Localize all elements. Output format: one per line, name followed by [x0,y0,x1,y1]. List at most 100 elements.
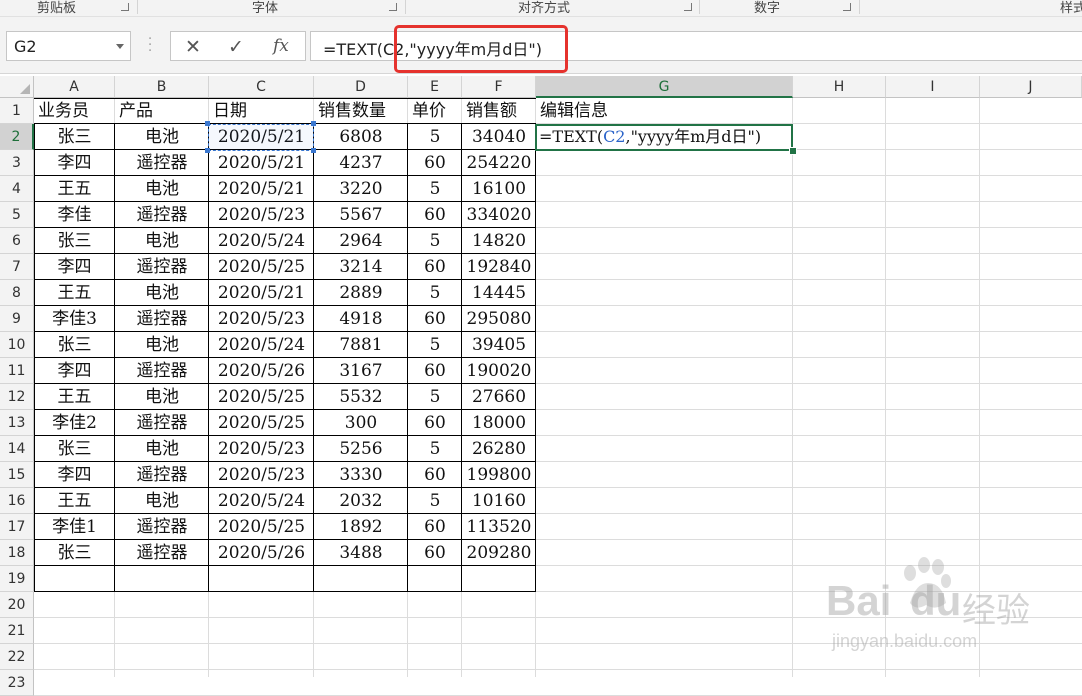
table-cell[interactable]: 电池 [115,228,209,254]
column-header-f[interactable]: F [462,76,536,98]
table-cell[interactable]: 电池 [115,124,209,150]
table-cell[interactable]: 60 [408,150,462,176]
table-cell[interactable]: 16100 [462,176,536,202]
table-cell[interactable]: 2020/5/23 [209,202,314,228]
table-cell[interactable]: 王五 [34,280,115,306]
table-cell[interactable]: 2020/5/21 [209,176,314,202]
row-header-11[interactable]: 11 [0,358,34,384]
header-cell[interactable]: 销售数量 [314,98,408,124]
table-cell[interactable]: 2020/5/21 [209,150,314,176]
table-cell[interactable]: 遥控器 [115,306,209,332]
table-cell[interactable]: 295080 [462,306,536,332]
table-cell[interactable]: 2020/5/25 [209,514,314,540]
table-cell[interactable]: 3167 [314,358,408,384]
table-cell[interactable]: 5 [408,124,462,150]
column-header-a[interactable]: A [34,76,115,98]
select-all-corner[interactable] [0,76,34,98]
table-cell[interactable]: 遥控器 [115,514,209,540]
table-cell[interactable]: 张三 [34,124,115,150]
row-header-5[interactable]: 5 [0,202,34,228]
table-cell[interactable]: 电池 [115,488,209,514]
row-header-15[interactable]: 15 [0,462,34,488]
column-header-d[interactable]: D [314,76,408,98]
table-cell[interactable]: 3488 [314,540,408,566]
table-cell[interactable]: 李佳1 [34,514,115,540]
row-header-22[interactable]: 22 [0,644,34,670]
row-header-4[interactable]: 4 [0,176,34,202]
font-launcher-icon[interactable] [389,3,397,11]
table-cell[interactable]: 2889 [314,280,408,306]
table-cell[interactable]: 190020 [462,358,536,384]
table-cell[interactable]: 5 [408,280,462,306]
table-cell[interactable]: 2020/5/24 [209,488,314,514]
table-cell[interactable]: 4918 [314,306,408,332]
table-cell[interactable]: 60 [408,202,462,228]
table-cell[interactable]: 李佳 [34,202,115,228]
table-cell[interactable]: 李四 [34,358,115,384]
table-cell[interactable]: 2020/5/23 [209,306,314,332]
column-header-j[interactable]: J [980,76,1082,98]
drag-handle-icon[interactable]: · · · [148,33,152,58]
table-cell[interactable]: 5532 [314,384,408,410]
header-cell[interactable]: 业务员 [34,98,115,124]
row-header-23[interactable]: 23 [0,670,34,696]
table-cell[interactable]: 14820 [462,228,536,254]
row-header-9[interactable]: 9 [0,306,34,332]
table-cell[interactable]: 电池 [115,280,209,306]
table-cell[interactable]: 254220 [462,150,536,176]
table-cell[interactable]: 李四 [34,150,115,176]
table-cell[interactable]: 2020/5/24 [209,228,314,254]
table-cell[interactable]: 王五 [34,488,115,514]
table-cell[interactable]: 192840 [462,254,536,280]
reference-handle[interactable] [311,121,316,126]
alignment-launcher-icon[interactable] [684,3,692,11]
table-cell[interactable]: 张三 [34,228,115,254]
table-cell[interactable]: 5 [408,384,462,410]
table-cell[interactable]: 2020/5/26 [209,540,314,566]
table-cell[interactable]: 113520 [462,514,536,540]
header-cell[interactable]: 日期 [209,98,314,124]
table-cell[interactable]: 电池 [115,176,209,202]
reference-handle[interactable] [205,148,210,153]
row-header-13[interactable]: 13 [0,410,34,436]
column-header-i[interactable]: I [886,76,980,98]
table-cell[interactable]: 2020/5/26 [209,358,314,384]
header-cell[interactable]: 销售额 [462,98,536,124]
table-cell[interactable]: 5 [408,436,462,462]
table-cell[interactable]: 张三 [34,332,115,358]
table-cell[interactable]: 李四 [34,254,115,280]
row-header-20[interactable]: 20 [0,592,34,618]
table-cell[interactable]: 遥控器 [115,254,209,280]
table-cell[interactable]: 60 [408,540,462,566]
table-cell[interactable]: 5567 [314,202,408,228]
header-cell[interactable]: 单价 [408,98,462,124]
row-header-2[interactable]: 2 [0,124,34,150]
table-cell[interactable]: 王五 [34,176,115,202]
row-header-1[interactable]: 1 [0,98,34,124]
table-cell[interactable]: 2020/5/24 [209,332,314,358]
table-cell[interactable]: 5 [408,228,462,254]
table-cell[interactable]: 张三 [34,436,115,462]
table-cell[interactable]: 60 [408,358,462,384]
table-cell[interactable]: 2020/5/21 [209,280,314,306]
table-cell[interactable]: 60 [408,462,462,488]
table-cell[interactable]: 5256 [314,436,408,462]
table-cell[interactable]: 60 [408,254,462,280]
table-cell[interactable]: 遥控器 [115,202,209,228]
table-cell[interactable]: 6808 [314,124,408,150]
column-header-c[interactable]: C [209,76,314,98]
clipboard-launcher-icon[interactable] [121,3,129,11]
row-header-16[interactable]: 16 [0,488,34,514]
row-header-3[interactable]: 3 [0,150,34,176]
table-cell[interactable]: 2020/5/23 [209,462,314,488]
row-header-6[interactable]: 6 [0,228,34,254]
column-header-h[interactable]: H [793,76,886,98]
table-cell[interactable]: 电池 [115,384,209,410]
table-cell[interactable]: 2020/5/25 [209,384,314,410]
row-header-12[interactable]: 12 [0,384,34,410]
table-cell[interactable]: 2964 [314,228,408,254]
table-cell[interactable]: 334020 [462,202,536,228]
table-cell[interactable]: 3214 [314,254,408,280]
table-cell[interactable]: 18000 [462,410,536,436]
table-cell[interactable]: 1892 [314,514,408,540]
